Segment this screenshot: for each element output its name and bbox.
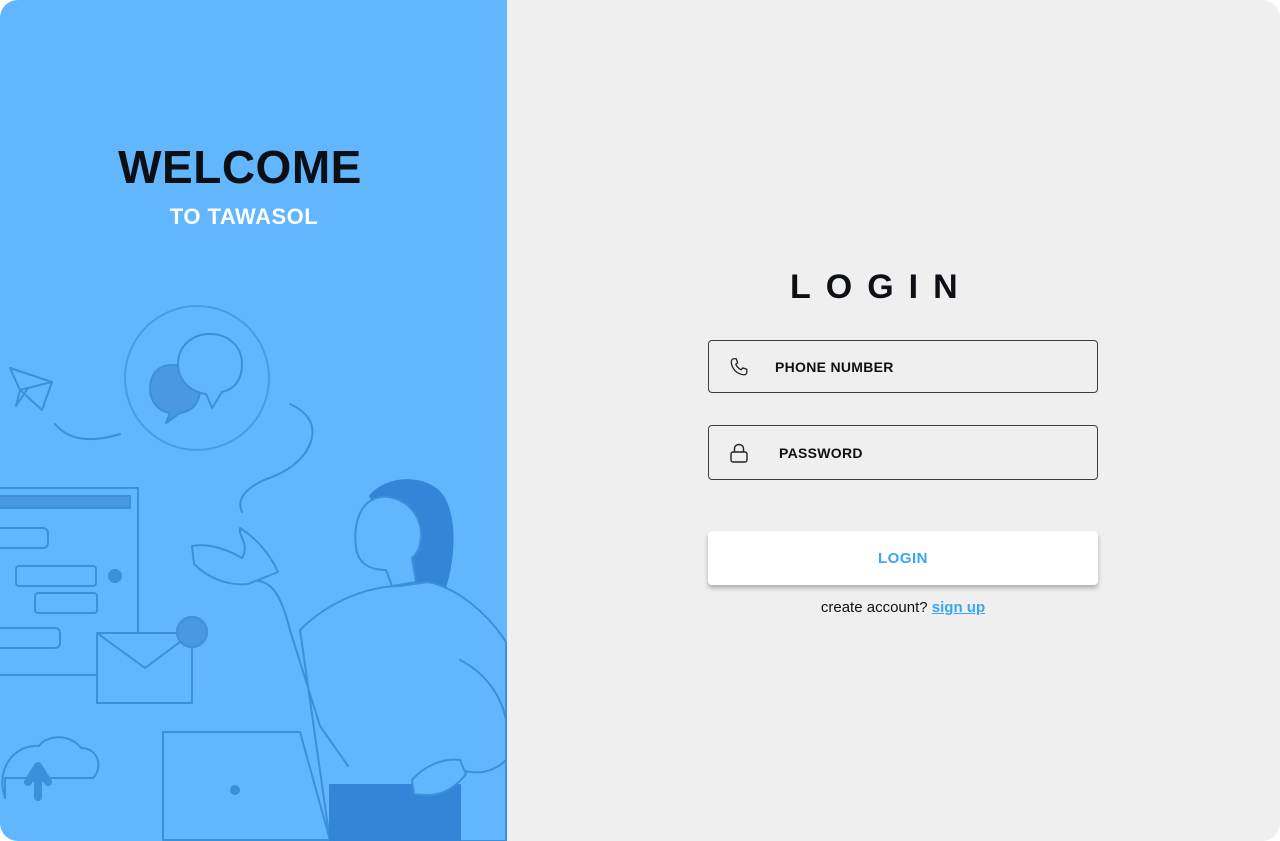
lock-icon <box>725 439 753 467</box>
welcome-panel: WELCOME TO TAWASOL <box>0 0 507 841</box>
phone-icon <box>725 353 753 381</box>
create-account-text: create account? <box>820 599 928 616</box>
phone-number-field[interactable] <box>708 340 1098 393</box>
signup-row: create account? sign up <box>708 599 1098 616</box>
password-input[interactable] <box>779 437 1079 468</box>
welcome-subtitle: TO TAWASOL <box>169 204 319 229</box>
login-screen: WELCOME TO TAWASOL LOGIN PHONE NUMBER LO… <box>0 0 1280 841</box>
welcome-title: WELCOME <box>118 141 362 193</box>
login-title: LOGIN <box>790 268 973 306</box>
login-panel <box>507 0 1280 841</box>
sign-up-link[interactable]: sign up <box>932 599 985 616</box>
login-button[interactable]: LOGIN <box>708 531 1098 585</box>
phone-number-input[interactable] <box>775 351 1075 382</box>
chat-illustration <box>0 305 507 841</box>
password-field[interactable] <box>708 425 1098 480</box>
